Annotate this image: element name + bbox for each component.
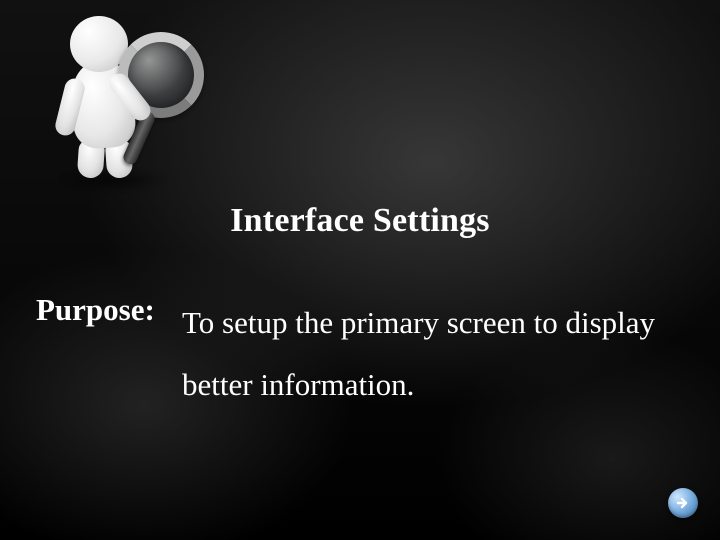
slide: Interface Settings Purpose: To setup the… [0,0,720,540]
purpose-label: Purpose: [36,292,176,328]
purpose-description: To setup the primary screen to display b… [182,292,684,416]
character-with-magnifier-illustration [28,0,208,195]
next-button[interactable] [668,488,698,518]
slide-title: Interface Settings [0,202,720,240]
content-row: Purpose: To setup the primary screen to … [36,292,684,416]
magnifying-glass-icon [106,34,216,154]
arrow-right-icon [675,495,691,511]
